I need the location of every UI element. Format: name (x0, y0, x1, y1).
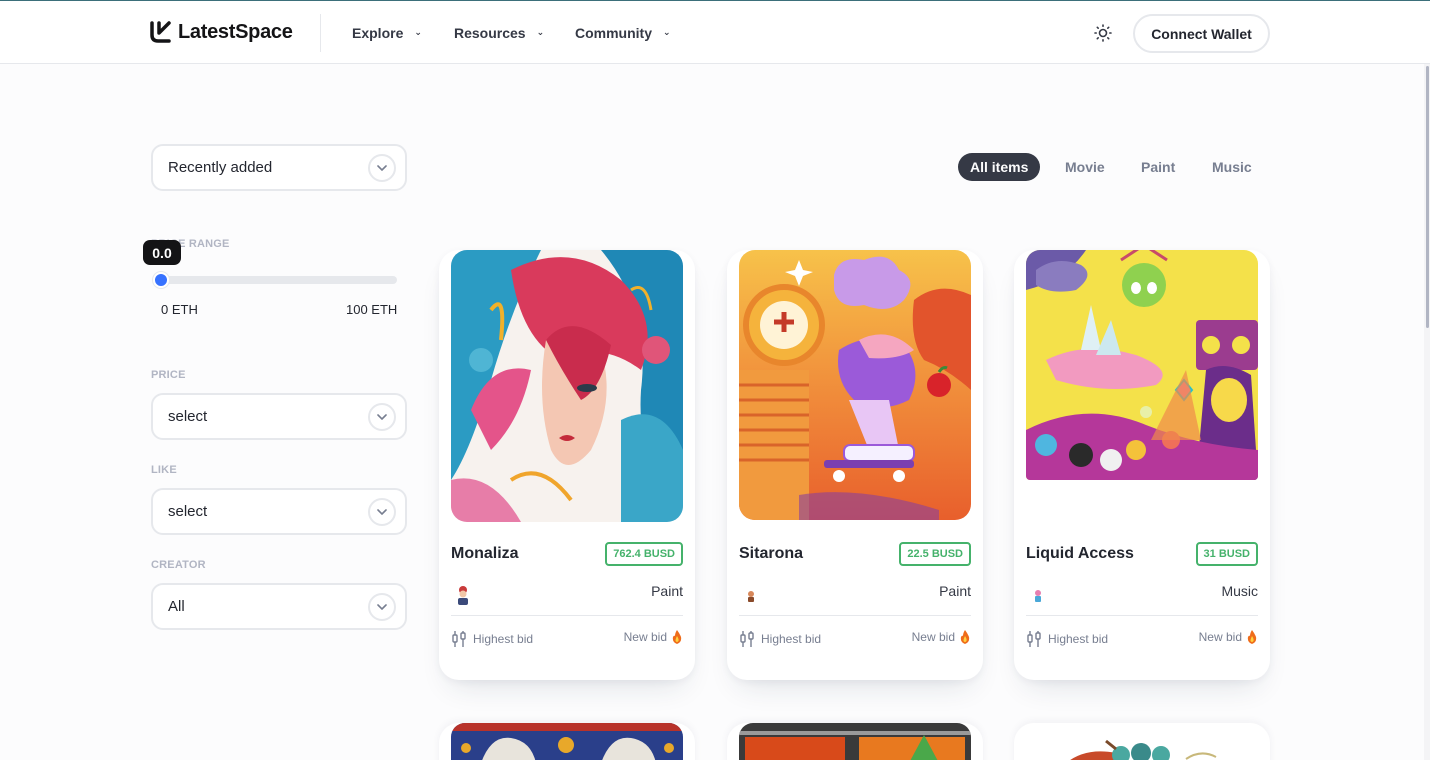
card-title[interactable]: Liquid Access (1026, 545, 1134, 563)
top-header: LatestSpace Explore ⌄ Resources ⌄ Commun… (0, 0, 1430, 64)
creator-avatar[interactable] (455, 585, 471, 605)
nft-card[interactable]: Sitarona 22.5 BUSD Paint Highest bid New… (727, 250, 983, 680)
nft-card[interactable] (727, 723, 983, 760)
like-filter-label: LIKE (151, 464, 177, 476)
chevron-down-icon (368, 593, 396, 621)
card-divider (739, 615, 971, 616)
connect-wallet-button[interactable]: Connect Wallet (1133, 14, 1270, 53)
price-select[interactable]: select (151, 393, 407, 440)
new-bid-label: New bid (911, 630, 955, 644)
nft-card[interactable]: Monaliza 762.4 BUSD Paint Highest bid Ne… (439, 250, 695, 680)
fire-icon (1247, 630, 1257, 644)
card-title[interactable]: Sitarona (739, 545, 803, 563)
highest-bid-label: Highest bid (761, 632, 822, 646)
card-category: Paint (939, 583, 971, 599)
highest-bid: Highest bid (451, 630, 533, 648)
nav-explore[interactable]: Explore ⌄ (352, 1, 422, 65)
nav-explore-label: Explore (352, 25, 404, 41)
price-range-slider[interactable] (160, 276, 397, 284)
like-select-value: select (168, 503, 208, 520)
chevron-down-icon (368, 154, 396, 182)
logo-icon (150, 21, 171, 43)
tab-movie[interactable]: Movie (1053, 153, 1117, 181)
fire-icon (672, 630, 682, 644)
artwork-image[interactable] (451, 723, 683, 760)
tab-music[interactable]: Music (1200, 153, 1264, 181)
new-bid[interactable]: New bid (1199, 630, 1258, 644)
card-divider (451, 615, 683, 616)
artwork-image[interactable] (451, 250, 683, 522)
nft-card[interactable] (1014, 723, 1270, 760)
highest-bid-label: Highest bid (1048, 632, 1109, 646)
candlesticks-icon (740, 631, 754, 647)
creator-filter-label: CREATOR (151, 559, 206, 571)
fire-icon (960, 630, 970, 644)
creator-avatar[interactable] (743, 585, 759, 605)
scrollbar-thumb[interactable] (1426, 66, 1429, 328)
creator-select-value: All (168, 598, 185, 615)
price-range-min: 0 ETH (161, 302, 198, 317)
sort-select[interactable]: Recently added (151, 144, 407, 191)
nav-community-label: Community (575, 25, 652, 41)
sort-select-value: Recently added (168, 159, 273, 176)
brand-name: LatestSpace (178, 20, 293, 43)
price-range-tooltip: 0.0 (143, 240, 181, 265)
price-range-handle[interactable] (153, 272, 169, 288)
artwork-image[interactable] (739, 723, 971, 760)
artwork-image[interactable] (739, 250, 971, 520)
artwork-image[interactable] (1026, 250, 1258, 480)
highest-bid-label: Highest bid (473, 632, 534, 646)
nft-card[interactable] (439, 723, 695, 760)
highest-bid: Highest bid (1026, 630, 1108, 648)
nav-resources-label: Resources (454, 25, 526, 41)
price-range-max: 100 ETH (346, 302, 398, 317)
candlesticks-icon (452, 631, 466, 647)
sun-icon[interactable] (1093, 23, 1113, 43)
new-bid-label: New bid (623, 630, 667, 644)
like-select[interactable]: select (151, 488, 407, 535)
card-category: Music (1221, 583, 1258, 599)
price-select-value: select (168, 408, 208, 425)
chevron-down-icon: ⌄ (414, 26, 422, 37)
price-filter-label: PRICE (151, 369, 186, 381)
creator-select[interactable]: All (151, 583, 407, 630)
new-bid[interactable]: New bid (912, 630, 971, 644)
highest-bid: Highest bid (739, 630, 821, 648)
tab-all-items[interactable]: All items (958, 153, 1041, 181)
price-badge: 762.4 BUSD (605, 542, 683, 566)
nav-community[interactable]: Community ⌄ (575, 1, 671, 65)
brand-logo[interactable]: LatestSpace (150, 20, 293, 44)
price-badge: 22.5 BUSD (899, 542, 971, 566)
new-bid[interactable]: New bid (624, 630, 683, 644)
chevron-down-icon (368, 403, 396, 431)
candlesticks-icon (1027, 631, 1041, 647)
artwork-image[interactable] (1026, 723, 1258, 760)
chevron-down-icon: ⌄ (663, 26, 671, 37)
nft-card[interactable]: Liquid Access 31 BUSD Music Highest bid … (1014, 250, 1270, 680)
card-divider (1026, 615, 1258, 616)
tab-paint[interactable]: Paint (1129, 153, 1187, 181)
creator-avatar[interactable] (1030, 585, 1046, 605)
chevron-down-icon (368, 498, 396, 526)
price-badge: 31 BUSD (1195, 542, 1258, 566)
card-category: Paint (651, 583, 683, 599)
header-divider (320, 14, 321, 52)
nav-resources[interactable]: Resources ⌄ (454, 1, 544, 65)
new-bid-label: New bid (1198, 630, 1242, 644)
chevron-down-icon: ⌄ (536, 26, 545, 37)
card-title[interactable]: Monaliza (451, 545, 519, 563)
